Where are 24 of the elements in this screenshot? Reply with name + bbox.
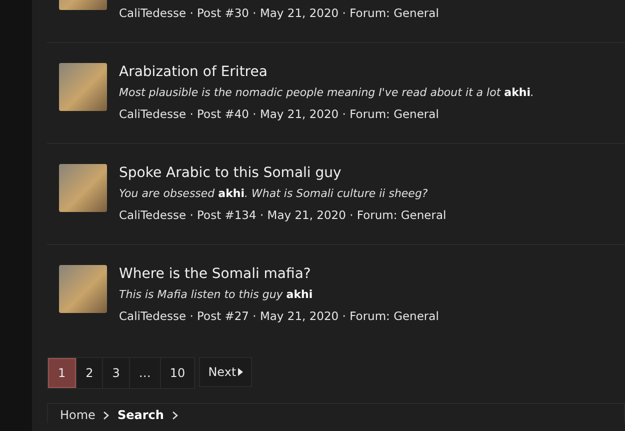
thread-title-link[interactable]: Arabization of Eritrea (119, 61, 534, 83)
breadcrumb-link[interactable]: Home (60, 408, 96, 423)
page-button[interactable]: … (128, 358, 160, 388)
thread-title-link[interactable]: Where is the Somali mafia? (119, 263, 439, 285)
breadcrumb-link[interactable]: Search (117, 408, 164, 423)
post-meta: CaliTedesse · Post #134 · May 21, 2020 · Forum: General (119, 207, 446, 224)
chevron-icon (103, 411, 110, 420)
post-meta: CaliTedesse · Post #27 · May 21, 2020 · Forum: General (119, 308, 439, 325)
post-excerpt: This is Mafia listen to this guy akhi (119, 287, 314, 303)
next-button[interactable]: Next (199, 357, 252, 387)
thread-title-link[interactable]: Spoke Arabic to this Somali guy (119, 162, 446, 184)
page-button[interactable]: 10 (160, 358, 194, 388)
post-meta: CaliTedesse · Post #30 · May 21, 2020 · Forum: General (119, 5, 439, 22)
avatar-placeholder (59, 63, 107, 111)
page-button[interactable]: 3 (102, 358, 129, 388)
post-meta: CaliTedesse · Post #40 · May 21, 2020 · Forum: General (119, 106, 440, 123)
post-excerpt: Most plausible is the nomadic people meaning I've read about it a lot akhi. (119, 85, 534, 101)
post-excerpt: You are obsessed akhi. What is Somali culture ii sheeg? (119, 186, 429, 202)
avatar-placeholder (59, 265, 107, 313)
page-button[interactable]: 1 (48, 358, 76, 388)
chevron-icon (172, 411, 178, 420)
avatar-placeholder (59, 164, 107, 212)
page-button[interactable]: 2 (76, 358, 102, 388)
caret-icon (238, 368, 244, 376)
